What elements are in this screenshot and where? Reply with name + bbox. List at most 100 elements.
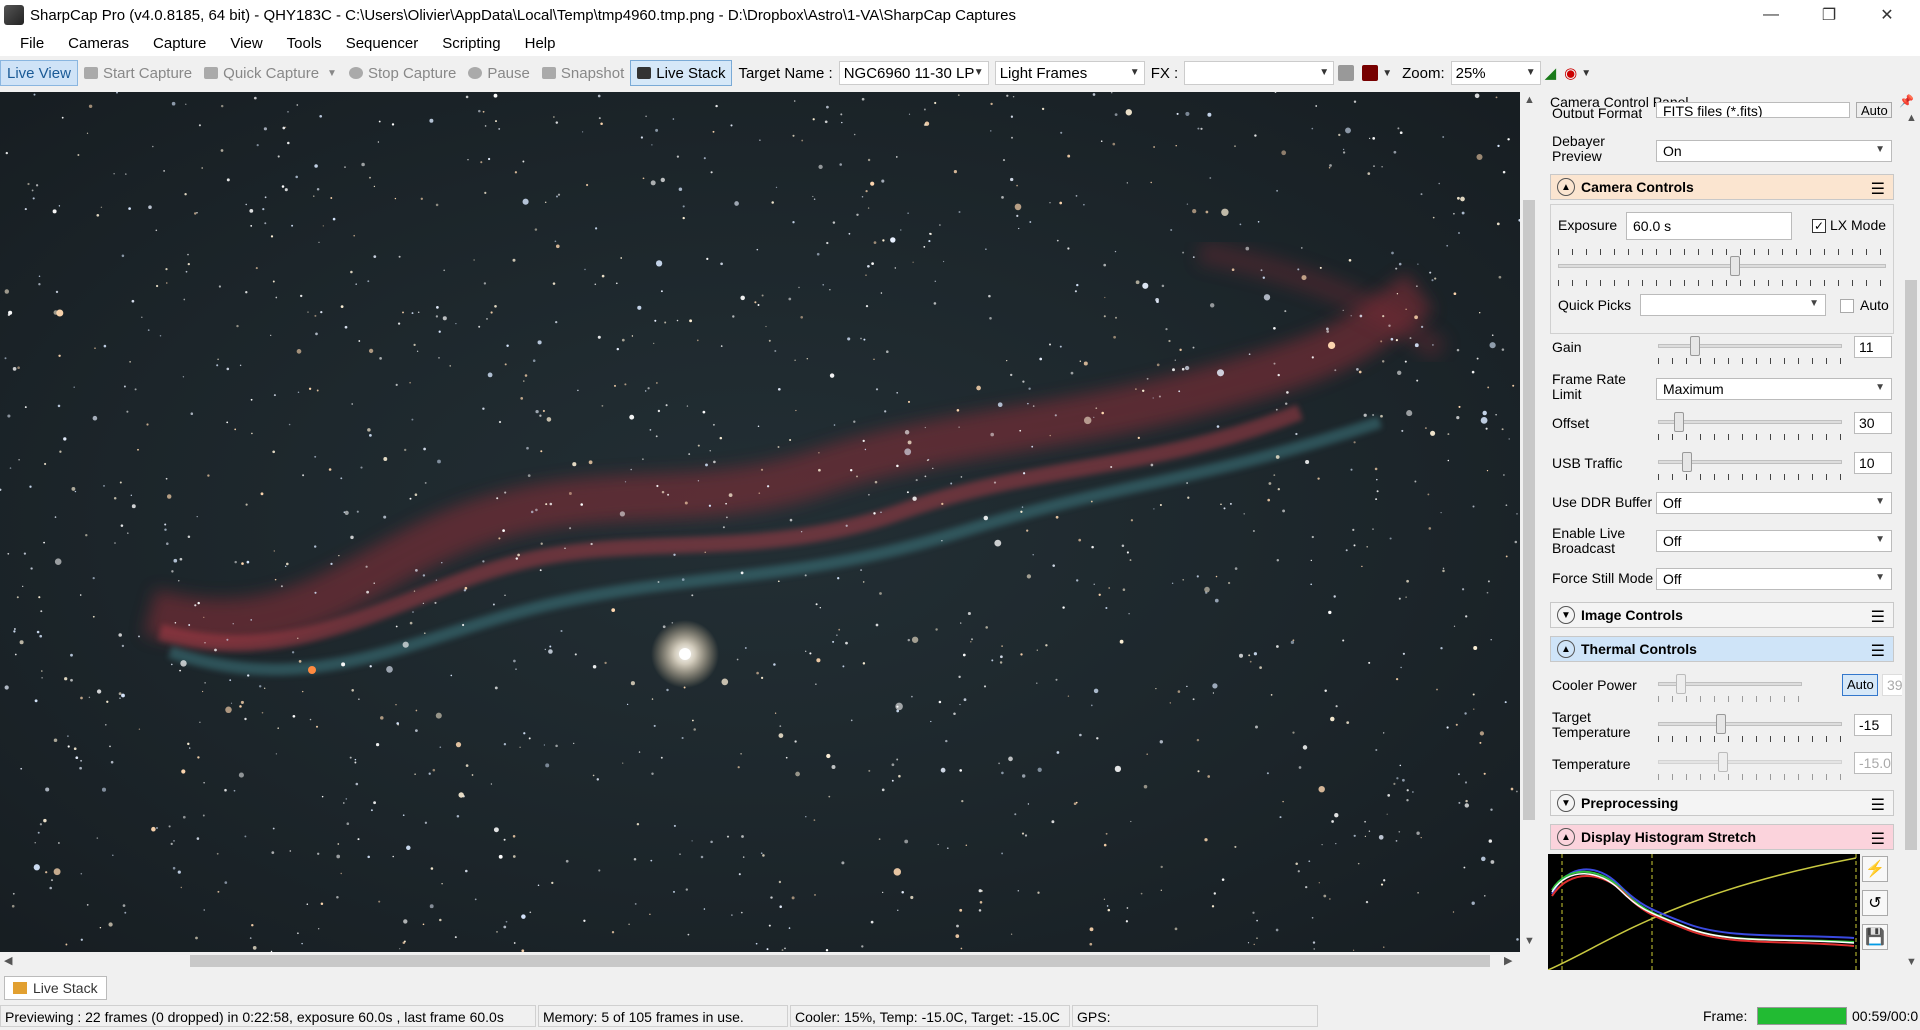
chevron-down-icon[interactable]: ▼ xyxy=(1382,68,1392,79)
ddr-buffer-select[interactable]: Off ▼ xyxy=(1656,492,1892,514)
offset-slider-track[interactable] xyxy=(1658,420,1842,424)
lx-mode-checkbox[interactable]: ✓ xyxy=(1812,219,1826,233)
live-stack-button[interactable]: Live Stack xyxy=(630,60,733,86)
reticle-button[interactable]: ▼ xyxy=(1358,60,1396,86)
zoom-tool-button[interactable]: ◉ ▼ xyxy=(1560,60,1595,86)
menu-scripting[interactable]: Scripting xyxy=(430,35,512,52)
chevron-down-icon[interactable]: ▼ xyxy=(1581,68,1591,79)
histogram-stretch-title: Display Histogram Stretch xyxy=(1581,829,1757,845)
target-name-input[interactable]: NGC6960 11-30 LP ▼ xyxy=(838,61,989,85)
exposure-slider-thumb[interactable] xyxy=(1730,256,1740,276)
scroll-thumb[interactable] xyxy=(1523,200,1535,820)
live-broadcast-select[interactable]: Off ▼ xyxy=(1656,530,1892,552)
close-icon[interactable]: ✕ xyxy=(1858,0,1916,30)
save-stretch-button[interactable]: 💾 xyxy=(1862,924,1888,950)
expand-icon[interactable]: ▼ xyxy=(1557,794,1575,812)
offset-slider-thumb[interactable] xyxy=(1674,412,1684,432)
gain-input[interactable]: 11 xyxy=(1854,336,1892,358)
star xyxy=(478,109,481,113)
chevron-down-icon[interactable]: ▼ xyxy=(327,68,337,79)
debayer-preview-select[interactable]: On ▼ xyxy=(1656,140,1892,162)
scroll-down-icon[interactable]: ▼ xyxy=(1524,935,1535,947)
preprocessing-header[interactable]: ▼ Preprocessing ☰ xyxy=(1550,790,1894,816)
panel-scrollbar[interactable]: ▲ ▼ xyxy=(1902,110,1920,970)
quick-picks-select[interactable]: ▼ xyxy=(1640,294,1826,316)
scroll-down-icon[interactable]: ▼ xyxy=(1906,956,1917,968)
menu-icon[interactable]: ☰ xyxy=(1871,607,1885,627)
menu-help[interactable]: Help xyxy=(513,35,568,52)
target-temperature-input[interactable]: -15 xyxy=(1854,714,1892,736)
output-format-select[interactable]: FITS files (*.fits) xyxy=(1656,102,1850,118)
menu-view[interactable]: View xyxy=(218,35,274,52)
live-view-button[interactable]: Live View xyxy=(0,60,78,86)
frame-rate-select[interactable]: Maximum ▼ xyxy=(1656,378,1892,400)
usb-traffic-slider-thumb[interactable] xyxy=(1682,452,1692,472)
star xyxy=(1458,801,1461,804)
star xyxy=(245,203,247,206)
star xyxy=(179,669,182,672)
star xyxy=(1364,820,1366,823)
collapse-icon[interactable]: ▲ xyxy=(1557,828,1575,846)
tab-live-stack[interactable]: Live Stack xyxy=(4,976,107,1000)
star xyxy=(1234,845,1237,848)
menu-icon[interactable]: ☰ xyxy=(1871,795,1885,815)
scroll-up-icon[interactable]: ▲ xyxy=(1906,112,1917,124)
gain-slider-track[interactable] xyxy=(1658,344,1842,348)
camera-controls-header[interactable]: ▲ Camera Controls ☰ xyxy=(1550,174,1894,200)
scroll-right-icon[interactable]: ▶ xyxy=(1504,954,1512,967)
menu-tools[interactable]: Tools xyxy=(275,35,334,52)
exposure-slider-track[interactable] xyxy=(1558,264,1886,268)
horizontal-scrollbar[interactable]: ◀ ▶ xyxy=(0,952,1520,970)
collapse-icon[interactable]: ▲ xyxy=(1557,640,1575,658)
menu-sequencer[interactable]: Sequencer xyxy=(334,35,431,52)
image-controls-header[interactable]: ▼ Image Controls ☰ xyxy=(1550,602,1894,628)
histogram-stretch-header[interactable]: ▲ Display Histogram Stretch ☰ xyxy=(1550,824,1894,850)
force-still-select[interactable]: Off ▼ xyxy=(1656,568,1892,590)
histogram-button[interactable]: ◢ xyxy=(1541,60,1561,86)
grey-square-button[interactable] xyxy=(1334,60,1358,86)
auto-stretch-button[interactable]: ⚡ xyxy=(1862,856,1888,882)
snapshot-button[interactable]: Snapshot xyxy=(536,60,630,86)
pause-button[interactable]: Pause xyxy=(462,60,536,86)
exposure-input[interactable]: 60.0 s xyxy=(1626,212,1792,240)
image-viewport[interactable] xyxy=(0,92,1520,952)
menu-icon[interactable]: ☰ xyxy=(1871,641,1885,661)
quick-picks-auto-checkbox[interactable] xyxy=(1840,299,1854,313)
gain-slider-thumb[interactable] xyxy=(1690,336,1700,356)
star xyxy=(856,213,859,217)
scroll-thumb[interactable] xyxy=(1905,280,1917,850)
minimize-icon[interactable]: — xyxy=(1742,0,1800,30)
menu-capture[interactable]: Capture xyxy=(141,35,218,52)
fx-select[interactable]: ▼ xyxy=(1184,61,1335,85)
star xyxy=(720,345,723,347)
menu-icon[interactable]: ☰ xyxy=(1871,179,1885,199)
quick-capture-button[interactable]: Quick Capture ▼ xyxy=(198,60,343,86)
target-temperature-slider-thumb[interactable] xyxy=(1716,714,1726,734)
collapse-icon[interactable]: ▲ xyxy=(1557,178,1575,196)
zoom-select[interactable]: 25% ▼ xyxy=(1450,61,1541,85)
target-temperature-slider-track[interactable] xyxy=(1658,722,1842,726)
histogram-display[interactable] xyxy=(1547,854,1860,971)
expand-icon[interactable]: ▼ xyxy=(1557,606,1575,624)
pin-icon[interactable]: 📌 xyxy=(1899,94,1914,108)
frame-type-select[interactable]: Light Frames ▼ xyxy=(994,61,1145,85)
cooler-auto-button[interactable]: Auto xyxy=(1842,674,1878,696)
star xyxy=(337,843,340,845)
reset-stretch-button[interactable]: ↺ xyxy=(1862,890,1888,916)
scroll-up-icon[interactable]: ▲ xyxy=(1524,94,1535,106)
output-format-auto-button[interactable]: Auto xyxy=(1856,102,1892,118)
usb-traffic-input[interactable]: 10 xyxy=(1854,452,1892,474)
offset-input[interactable]: 30 xyxy=(1854,412,1892,434)
star xyxy=(1372,137,1376,140)
thermal-controls-header[interactable]: ▲ Thermal Controls ☰ xyxy=(1550,636,1894,662)
menu-cameras[interactable]: Cameras xyxy=(56,35,141,52)
stop-capture-button[interactable]: Stop Capture xyxy=(343,60,462,86)
start-capture-button[interactable]: Start Capture xyxy=(78,60,198,86)
restore-icon[interactable]: ❐ xyxy=(1800,0,1858,30)
vertical-scrollbar[interactable]: ▲ ▼ xyxy=(1520,92,1538,952)
star xyxy=(754,301,757,304)
scroll-left-icon[interactable]: ◀ xyxy=(4,954,12,967)
menu-file[interactable]: File xyxy=(8,35,56,52)
menu-icon[interactable]: ☰ xyxy=(1871,829,1885,849)
scroll-thumb[interactable] xyxy=(190,955,1490,967)
